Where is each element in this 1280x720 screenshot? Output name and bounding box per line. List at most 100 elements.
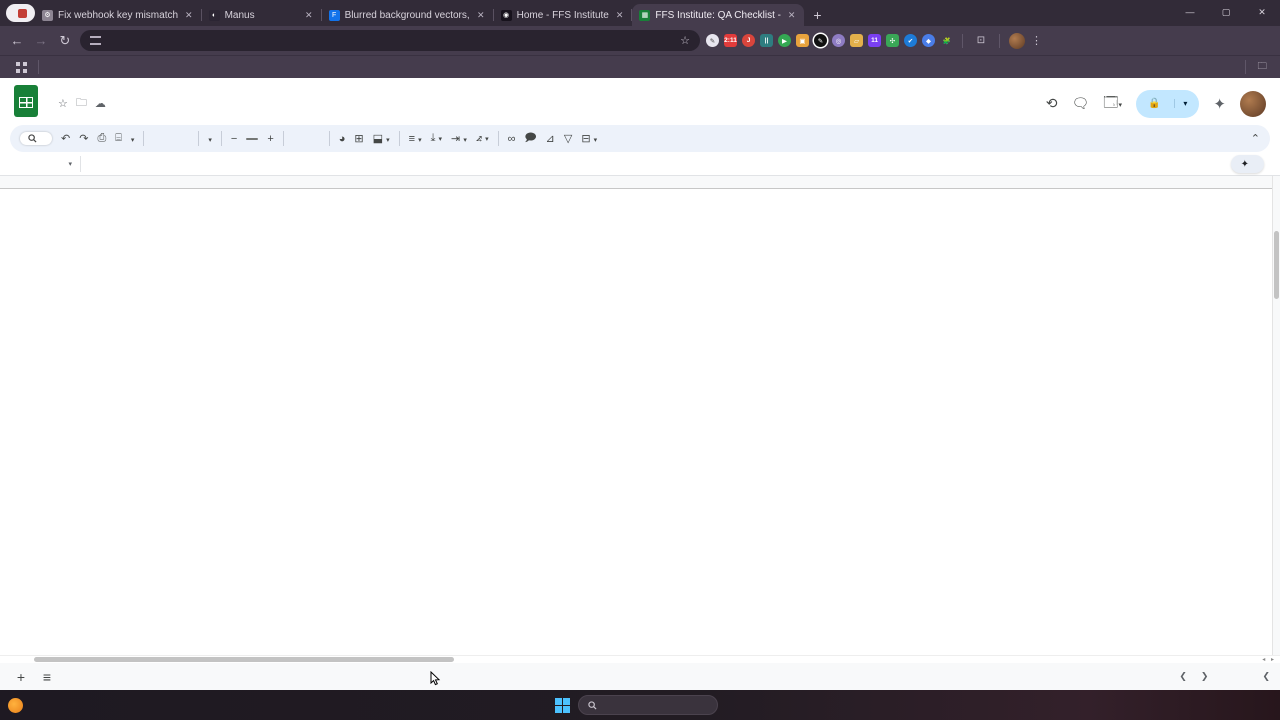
move-folder-icon[interactable]: 🗀 (76, 94, 87, 113)
close-button[interactable]: ✕ (1244, 0, 1280, 24)
play-extension[interactable]: ▶ (778, 34, 791, 47)
reload-button[interactable]: ↻ (56, 33, 74, 49)
tab-groups-grid-icon[interactable] (16, 61, 27, 73)
add-sheet-button[interactable]: + (8, 663, 34, 690)
editor-extension[interactable]: ✎ (814, 34, 827, 47)
zoom-select[interactable]: ▾ (131, 133, 135, 145)
close-icon[interactable]: ✕ (614, 10, 626, 21)
tab-group-asana[interactable] (6, 4, 35, 22)
folder-icon: 🗀 (1257, 61, 1267, 72)
fill-color-button[interactable]: ◕ (339, 133, 346, 145)
print-button[interactable]: ⎙ (97, 132, 106, 145)
close-icon[interactable]: ✕ (303, 10, 315, 21)
paint-format-button[interactable]: ⌸ (115, 132, 122, 145)
star-icon[interactable]: ☆ (58, 97, 68, 110)
borders-button[interactable]: ⊞ (354, 132, 363, 145)
scrollbar-arrows[interactable]: ◂ ▸ (1262, 656, 1276, 663)
check-extension[interactable]: ✔ (904, 34, 917, 47)
insert-chart-button[interactable]: ⊿ (546, 132, 555, 145)
cloud-status-icon[interactable]: ☁ (95, 97, 106, 110)
sheet-scroll-left-icon[interactable]: ❮ (1179, 671, 1187, 682)
side-panel-icon[interactable]: ⊡ (972, 35, 990, 46)
vertical-scrollbar-thumb[interactable] (1274, 231, 1279, 299)
folder-extension[interactable]: ▱ (850, 34, 863, 47)
horizontal-scrollbar[interactable]: ◂ ▸ (0, 655, 1280, 663)
shield-extension[interactable]: ◆ (922, 34, 935, 47)
browser-tab-active[interactable]: ▦ FFS Institute: QA Checklist - Go ✕ (632, 4, 805, 26)
weather-widget[interactable] (8, 697, 29, 713)
pen-extension[interactable]: ✎ (706, 34, 719, 47)
table-tools-button[interactable]: ⊟ ▾ (581, 132, 597, 145)
teal-extension[interactable]: || (760, 34, 773, 47)
eleven-extension[interactable]: 11 (868, 34, 881, 47)
extensions-puzzle-icon[interactable]: 🧩 (940, 34, 953, 47)
browser-tab[interactable]: F Blurred background vectors, ph ✕ (322, 4, 494, 26)
site-info-icon[interactable] (90, 36, 101, 45)
screen: ⚙ Fix webhook key mismatch ✕ ◐ Manus ✕ F Blurre… (0, 0, 1280, 720)
address-bar[interactable]: ☆ (80, 30, 700, 51)
menus-search-button[interactable] (20, 132, 52, 145)
close-icon[interactable]: ✕ (475, 10, 487, 21)
timer-extension[interactable]: 2:11 (724, 34, 737, 47)
tab-title: Blurred background vectors, ph (344, 9, 471, 21)
bookmark-star-icon[interactable]: ☆ (680, 34, 690, 47)
asana-icon (18, 8, 27, 18)
text-rotate-button[interactable]: ⦨ ▾ (476, 132, 489, 145)
font-select[interactable]: ▾ (208, 133, 212, 145)
green-extension[interactable]: ✣ (886, 34, 899, 47)
browser-tab[interactable]: ◐ Manus ✕ (202, 4, 322, 26)
sheet-tab-bar: + ≡ ❮ ❯ ❮ (0, 663, 1280, 690)
close-icon[interactable]: ✕ (183, 10, 195, 21)
version-history-icon[interactable]: ⟲ (1046, 95, 1058, 112)
create-filter-button[interactable]: ▽ (564, 132, 572, 145)
close-icon[interactable]: ✕ (786, 10, 798, 21)
horizontal-align-button[interactable]: ≡ ▾ (409, 133, 422, 145)
minimize-button[interactable]: — (1172, 0, 1208, 24)
browser-tab[interactable]: ◉ Home - FFS Institute ✕ (494, 4, 633, 26)
insert-link-button[interactable]: ∞ (508, 133, 516, 145)
increase-font-size-button[interactable]: + (267, 133, 273, 145)
bookmarks-bar: 🗀 (0, 55, 1280, 78)
name-box[interactable]: ▾ (10, 160, 80, 168)
back-button[interactable]: ← (8, 33, 26, 48)
freepik-favicon: F (328, 9, 340, 21)
browser-profile-avatar[interactable] (1009, 32, 1025, 49)
sheet-scroll-right-icon[interactable]: ❯ (1201, 671, 1209, 682)
taskbar-search[interactable] (577, 695, 718, 715)
chevron-down-icon: ▾ (68, 160, 72, 168)
vertical-scrollbar[interactable] (1272, 176, 1280, 655)
decrease-font-size-button[interactable]: − (231, 133, 237, 145)
new-tab-button[interactable]: + (804, 4, 830, 26)
gear-favicon: ⚙ (42, 9, 53, 21)
insert-comment-button[interactable]: 🗩 (524, 129, 536, 148)
collapse-toolbar-button[interactable]: ⌃ (1251, 132, 1260, 145)
red-extension[interactable]: J (742, 34, 755, 47)
merge-cells-button[interactable]: ⬓ ▾ (373, 132, 390, 145)
redo-button[interactable]: ↷ (79, 132, 88, 145)
all-bookmarks-button[interactable]: 🗀 (1257, 59, 1272, 75)
start-button[interactable] (554, 697, 570, 713)
all-sheets-button[interactable]: ≡ (34, 663, 60, 690)
horizontal-scrollbar-thumb[interactable] (34, 657, 454, 662)
palette-extension[interactable]: ▣ (796, 34, 809, 47)
font-size-input[interactable] (246, 137, 259, 140)
browser-menu-icon[interactable]: ⋮ (1031, 34, 1043, 47)
window-controls: — ▢ ✕ (1172, 0, 1280, 24)
text-wrap-button[interactable]: ⇥ ▾ (451, 132, 467, 145)
browser-tab[interactable]: ⚙ Fix webhook key mismatch ✕ (35, 4, 202, 26)
vertical-align-button[interactable]: ⤓ ▾ (431, 132, 442, 145)
sheets-logo-icon[interactable] (14, 85, 40, 119)
sheets-profile-avatar[interactable] (1240, 90, 1266, 117)
summarize-table-button[interactable]: ✦ (1230, 155, 1264, 173)
comments-icon[interactable]: 🗨 (1071, 95, 1089, 112)
share-dropdown-caret[interactable]: ▾ (1174, 99, 1195, 108)
gemini-icon[interactable]: ✦ (1213, 95, 1226, 113)
formula-bar: ▾ (0, 152, 1280, 176)
undo-button[interactable]: ↶ (61, 132, 70, 145)
maximize-button[interactable]: ▢ (1208, 0, 1244, 24)
panel-collapse-icon[interactable]: ❮ (1262, 671, 1270, 682)
purple-extension[interactable]: ◎ (832, 34, 845, 47)
share-button[interactable]: 🔒 ▾ (1135, 89, 1200, 118)
meet-icon[interactable]: 🗔▾ (1103, 92, 1122, 116)
forward-button[interactable]: → (32, 33, 50, 48)
